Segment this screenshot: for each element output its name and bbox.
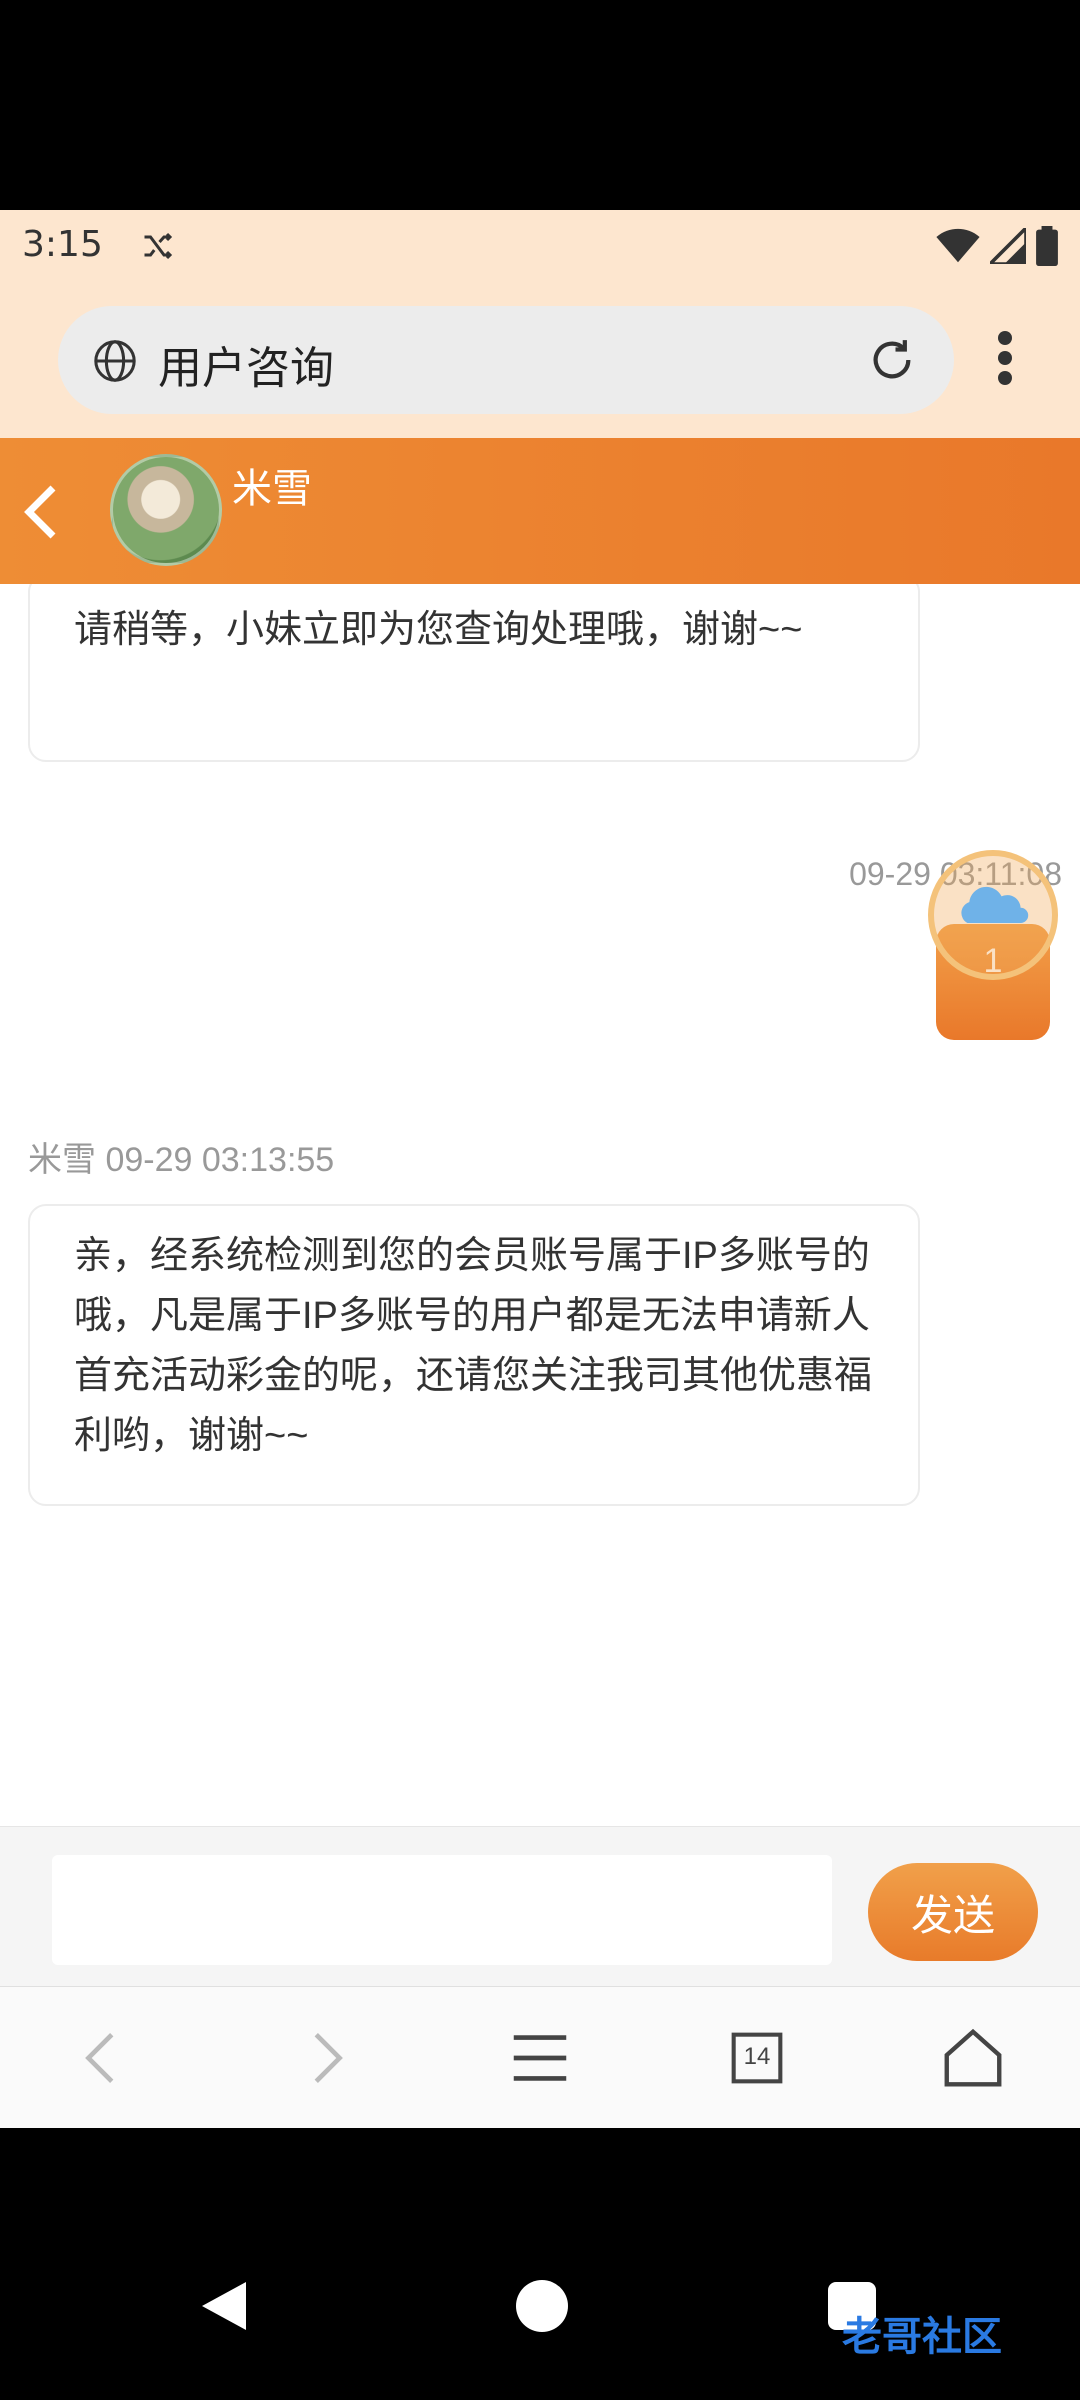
- menu-icon[interactable]: [505, 2023, 575, 2093]
- cloud-icon: [961, 886, 1029, 923]
- status-icons: [936, 226, 1058, 266]
- avatar[interactable]: [110, 454, 222, 566]
- message-meta: 米雪 09-29 03:13:55: [28, 1132, 334, 1181]
- message-input[interactable]: [52, 1855, 832, 1965]
- system-home-icon[interactable]: [514, 2278, 570, 2334]
- message-timestamp: 09-29 03:13:55: [105, 1141, 335, 1179]
- message-bubble: 请稍等，小妹立即为您查询处理哦，谢谢~~: [28, 584, 920, 762]
- shuffle-icon: [144, 232, 173, 260]
- system-back-icon[interactable]: [198, 2278, 250, 2334]
- chat-messages[interactable]: 请稍等，小妹立即为您查询处理哦，谢谢~~ 09-29 03:11:08 1 米雪…: [0, 584, 1080, 1826]
- page-title: 用户咨询: [158, 344, 334, 393]
- globe-icon: [94, 340, 136, 382]
- top-black-bar: [0, 0, 1080, 210]
- composer: 发送: [0, 1826, 1080, 1986]
- contact-name: 米雪: [232, 467, 312, 511]
- forward-icon[interactable]: [290, 2023, 360, 2093]
- watermark-text: 老哥社区: [842, 2314, 1002, 2360]
- send-button[interactable]: 发送: [868, 1863, 1038, 1961]
- signal-icon: [990, 228, 1026, 264]
- home-icon[interactable]: [938, 2023, 1008, 2093]
- watermark: 老哥社区: [842, 2298, 1002, 2368]
- floating-widget-ring: [928, 850, 1058, 980]
- chat-header: 米雪: [0, 438, 1080, 584]
- wifi-icon: [936, 228, 980, 263]
- sender-name: 米雪: [28, 1141, 96, 1179]
- floating-chat-widget[interactable]: 1: [928, 850, 1058, 1040]
- chevron-left-icon[interactable]: [18, 482, 64, 542]
- address-bar[interactable]: 用户咨询: [58, 306, 954, 414]
- more-vert-icon[interactable]: [990, 328, 1020, 388]
- tab-count: 14: [743, 2043, 771, 2070]
- status-time: 3:15: [22, 224, 103, 265]
- browser-nav: 14: [0, 1986, 1080, 2128]
- status-bar: 3:15: [0, 210, 1080, 292]
- reload-icon[interactable]: [864, 332, 920, 388]
- back-icon[interactable]: [68, 2023, 138, 2093]
- tabs-button[interactable]: 14: [722, 2023, 792, 2093]
- browser-toolbar: 用户咨询: [0, 292, 1080, 438]
- message-bubble: 亲，经系统检测到您的会员账号属于IP多账号的哦，凡是属于IP多账号的用户都是无法…: [28, 1204, 920, 1506]
- battery-icon: [1036, 226, 1058, 266]
